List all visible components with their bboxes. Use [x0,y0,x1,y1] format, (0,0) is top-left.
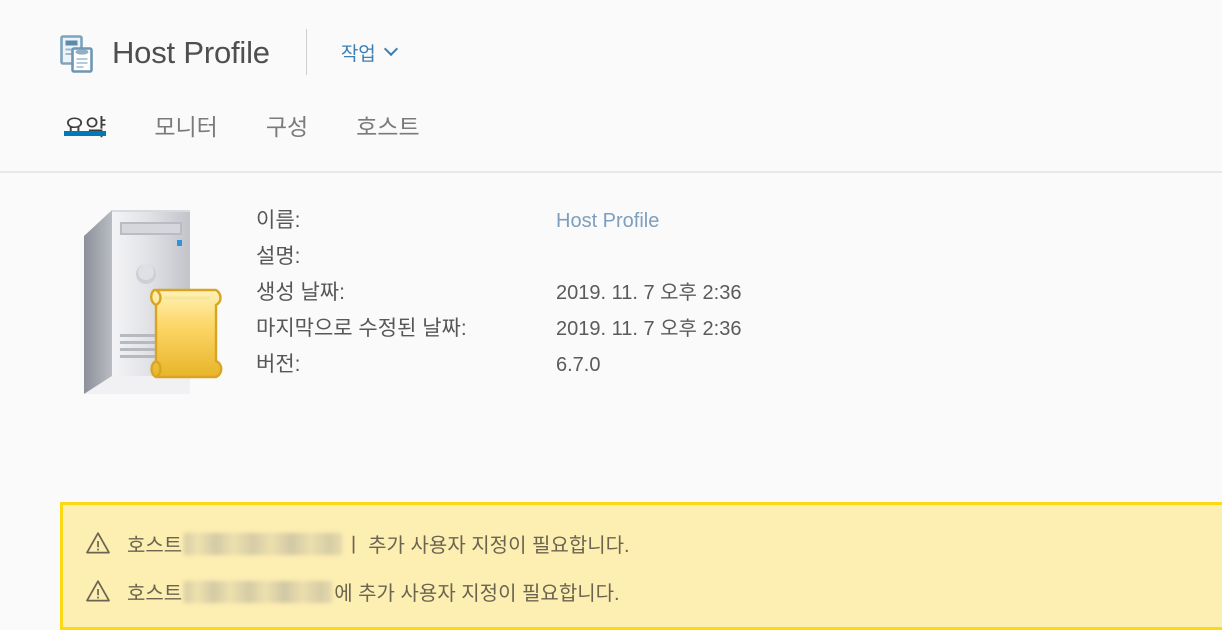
detail-label-name: 이름: [256,209,301,232]
warning-message-2-suffix: 에 추가 사용자 지정이 필요합니다. [334,582,620,605]
warning-message-1-prefix: 호스트 [127,534,183,557]
tab-bar: 요약 모니터 구성 호스트 [0,104,1222,178]
warning-message-1: 호스트 ㅣ 추가 사용자 지정이 필요합니다. [63,519,1222,567]
tab-hosts[interactable]: 호스트 [332,104,443,142]
warning-triangle-icon [85,578,111,604]
tab-configure[interactable]: 구성 [242,104,332,142]
server-with-scroll-icon [76,196,256,413]
chevron-down-icon [385,44,398,57]
detail-value-created: 2019. 11. 7 오후 2:36 [556,282,742,304]
page-header: Host Profile 작업 [0,0,1222,104]
detail-row-created: 생성 날짜: 2019. 11. 7 오후 2:36 [256,276,741,312]
detail-label-version: 버전: [256,353,301,376]
warning-banner: 호스트 ㅣ 추가 사용자 지정이 필요합니다. 호스트 에 추가 사용자 지정이… [60,502,1222,630]
redacted-host-name-2 [184,580,333,603]
redacted-host-name-1 [184,532,343,555]
page-title: Host Profile [112,34,270,70]
detail-label-modified: 마지막으로 수정된 날짜: [256,317,467,340]
actions-button-label: 작업 [340,43,376,65]
detail-row-modified: 마지막으로 수정된 날짜: 2019. 11. 7 오후 2:36 [256,312,741,348]
actions-button[interactable]: 작업 [341,39,398,66]
active-tab-indicator [64,130,107,136]
detail-list: 이름: Host Profile 설명: 생성 날짜: 2019. 11. 7 … [256,196,741,384]
warning-message-1-suffix: ㅣ 추가 사용자 지정이 필요합니다. [344,534,630,557]
tab-hosts-label: 호스트 [356,114,420,140]
header-divider [305,29,307,75]
warning-message-1-text: 호스트 ㅣ 추가 사용자 지정이 필요합니다. [127,529,630,558]
host-profile-icon [60,35,94,73]
warning-message-2-text: 호스트 에 추가 사용자 지정이 필요합니다. [127,577,620,606]
warning-message-2: 호스트 에 추가 사용자 지정이 필요합니다. [63,567,1222,615]
detail-label-created: 생성 날짜: [256,281,345,304]
tab-bar-divider [0,171,1222,173]
tab-monitor[interactable]: 모니터 [130,104,241,142]
tab-monitor-label: 모니터 [154,114,218,140]
summary-panel: 이름: Host Profile 설명: 생성 날짜: 2019. 11. 7 … [0,178,1222,478]
detail-value-name[interactable]: Host Profile [556,210,659,233]
detail-value-modified: 2019. 11. 7 오후 2:36 [556,318,742,340]
detail-label-description: 설명: [256,245,301,268]
detail-row-description: 설명: [256,240,741,276]
tab-summary[interactable]: 요약 [58,104,130,142]
detail-row-version: 버전: 6.7.0 [256,348,741,384]
tab-configure-label: 구성 [265,114,309,140]
detail-row-name: 이름: Host Profile [256,204,741,240]
warning-message-2-prefix: 호스트 [127,582,183,605]
detail-value-version: 6.7.0 [556,354,601,376]
warning-triangle-icon [85,530,111,556]
tab-summary-label: 요약 [64,114,107,140]
